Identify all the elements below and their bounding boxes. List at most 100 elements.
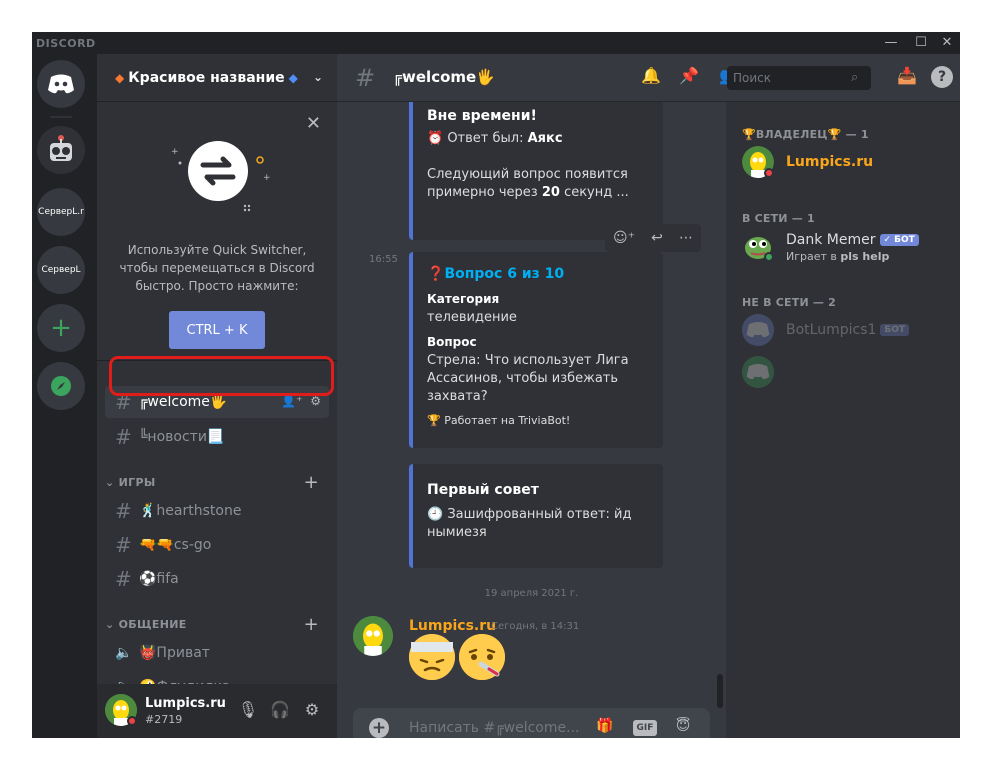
member-list: 🏆ВЛАДЕЛЕЦ🏆 — 1 Lumpics.ru В СЕТИ — 1 Dan… — [726, 102, 960, 738]
activity-game: pls help — [840, 250, 890, 263]
chevron-down-icon: ⌄ — [105, 618, 119, 631]
head-bandage-emoji-icon — [409, 634, 455, 680]
channel-hearthstone[interactable]: # 🕺hearthstone — [105, 495, 329, 527]
embed-next-line-2: примерно через 20 секунд ... — [427, 184, 649, 202]
inbox-icon[interactable]: 📥 — [895, 66, 919, 90]
channel-cs-go[interactable]: # 🔫🔫cs-go — [105, 529, 329, 561]
server-rail: СерверL.r СерверL + — [32, 54, 97, 738]
message-toolbar: ☺⁺ ↩ ⋯ — [605, 224, 701, 252]
orange-diamond-icon: ◆ — [115, 70, 125, 85]
field-label: Вопрос — [427, 335, 477, 349]
user-tag: #2719 — [145, 713, 183, 726]
server-label: СерверL — [41, 265, 81, 275]
hash-icon: # — [115, 533, 132, 557]
guild-header[interactable]: ◆ Красивое название ◆ ⌄ — [97, 54, 337, 102]
quick-switcher-tip: ✕ + + Используйте Quick Switcher, чтобы … — [97, 103, 337, 361]
help-icon[interactable]: ? — [931, 66, 953, 88]
gear-icon[interactable]: ⚙ — [310, 394, 321, 408]
next-post: секунд ... — [564, 185, 629, 200]
plus-icon[interactable]: + — [369, 718, 389, 738]
rail-separator — [50, 116, 72, 118]
member-name-text: Dank Memer — [786, 232, 876, 248]
embed-out-of-time: Вне времени! ⏰ Ответ был: Аякс Следующий… — [409, 102, 663, 240]
member-category-owner: 🏆ВЛАДЕЛЕЦ🏆 — 1 — [742, 128, 869, 141]
hash-icon: # — [115, 567, 132, 591]
embed-title: Первый совет — [427, 482, 539, 498]
explore-servers-button[interactable] — [37, 362, 85, 410]
server-serverl[interactable]: СерверL — [37, 246, 85, 294]
avatar — [742, 356, 774, 388]
minimize-button[interactable]: — — [878, 34, 904, 52]
server-robot[interactable] — [37, 126, 85, 174]
home-button[interactable] — [37, 60, 85, 108]
chat-scrollbar[interactable] — [717, 674, 723, 708]
dnd-status-icon — [764, 168, 774, 178]
embed-question: ❓Вопрос 6 из 10 Категория телевидение Во… — [409, 252, 663, 448]
member-name-text: BotLumpics1 — [786, 322, 877, 338]
more-icon[interactable]: ⋯ — [679, 230, 693, 246]
date-separator: 19 апреля 2021 г. — [484, 588, 579, 599]
guild-name: Красивое название — [128, 69, 285, 86]
message-input[interactable] — [409, 716, 589, 738]
message-timestamp: 16:55 — [369, 254, 398, 265]
message-author[interactable]: Lumpics.ru — [409, 618, 496, 634]
online-status-icon — [764, 252, 774, 262]
close-icon[interactable]: ✕ — [306, 113, 321, 134]
channel-fifa[interactable]: # ⚽fifa — [105, 563, 329, 595]
bell-icon[interactable]: 🔔 — [639, 66, 663, 90]
hash-icon: # — [115, 425, 132, 449]
gear-icon[interactable]: ⚙ — [301, 700, 323, 722]
emoji-picker-icon[interactable]: 😇 — [671, 718, 695, 738]
voice-channel-private[interactable]: 🔈 👹Приват — [105, 637, 329, 669]
member-dank-memer[interactable]: Dank Memer ✓ БОТ Играет в pls help — [742, 226, 952, 266]
alarm-clock-icon: ⏰ — [427, 131, 448, 146]
ctrl-k-button[interactable]: CTRL + K — [169, 311, 265, 349]
add-reaction-icon[interactable]: ☺⁺ — [613, 230, 635, 246]
channel-sidebar: ◆ Красивое название ◆ ⌄ ✕ + + Используйт… — [97, 54, 337, 738]
embed-title: Вне времени! — [427, 108, 537, 124]
maximize-button[interactable]: ☐ — [908, 34, 934, 52]
discord-logo-icon — [48, 74, 74, 94]
hash-icon: # — [115, 499, 132, 523]
server-serverl-r[interactable]: СерверL.r — [37, 188, 85, 236]
pin-icon[interactable]: 📌 — [677, 66, 701, 90]
member-category-offline: НЕ В СЕТИ — 2 — [742, 296, 836, 309]
plus-icon[interactable]: + — [304, 614, 319, 635]
svg-text:+: + — [171, 147, 179, 157]
category-chat[interactable]: ⌄ ОБЩЕНИЕ + — [101, 614, 333, 636]
quick-switcher-arrows-icon: + + — [171, 141, 271, 212]
embed-title: ❓Вопрос 6 из 10 — [427, 266, 649, 282]
member-activity: Играет в pls help — [786, 250, 889, 263]
message-composer: + 🎁 GIF 😇 — [353, 708, 710, 738]
search-input[interactable] — [727, 66, 871, 90]
invite-member-icon[interactable]: 👤⁺ — [281, 394, 302, 408]
add-server-button[interactable]: + — [37, 304, 85, 352]
discord-logo-icon — [742, 359, 774, 385]
member-category-online: В СЕТИ — 1 — [742, 212, 815, 225]
avatar[interactable] — [353, 616, 393, 656]
speaker-icon: 🔈 — [115, 645, 133, 661]
embed-footer: 🏆 Работает на TriviaBot! — [427, 414, 649, 427]
member-owner[interactable]: Lumpics.ru — [742, 142, 952, 182]
server-label: СерверL.r — [38, 207, 84, 217]
member-botlumpics[interactable]: BotLumpics1 БОТ — [742, 310, 952, 350]
channel-news[interactable]: # ╚новости📃 — [105, 421, 329, 453]
next-num: 20 — [541, 185, 560, 200]
member-name: Lumpics.ru — [786, 154, 874, 170]
channel-name: ╔welcome🖐 — [139, 394, 228, 410]
homer-avatar-icon — [353, 616, 393, 656]
gift-icon[interactable]: 🎁 — [593, 718, 617, 738]
plus-icon: + — [50, 313, 72, 343]
close-window-button[interactable]: ✕ — [934, 34, 960, 52]
headphones-icon[interactable]: 🎧 — [269, 700, 291, 722]
category-games[interactable]: ⌄ ИГРЫ + — [101, 472, 333, 494]
reply-icon[interactable]: ↩ — [651, 230, 663, 246]
compass-icon — [51, 376, 71, 396]
channel-title: ╔welcome🖐 — [393, 68, 495, 86]
plus-icon[interactable]: + — [304, 472, 319, 493]
gif-button[interactable]: GIF — [633, 720, 657, 736]
search-icon: ⌕ — [851, 70, 859, 85]
member-offline-2[interactable] — [742, 352, 952, 392]
microphone-icon[interactable]: 🎙 — [237, 700, 259, 722]
answer-value: Аякс — [527, 131, 563, 146]
